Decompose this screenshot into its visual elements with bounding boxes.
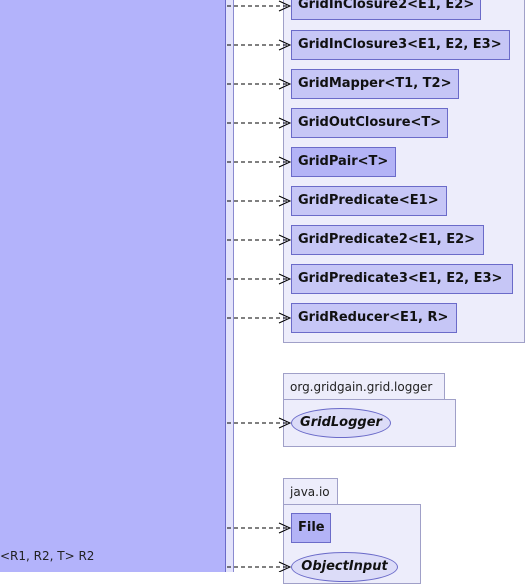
dependency-arrows bbox=[227, 0, 292, 572]
